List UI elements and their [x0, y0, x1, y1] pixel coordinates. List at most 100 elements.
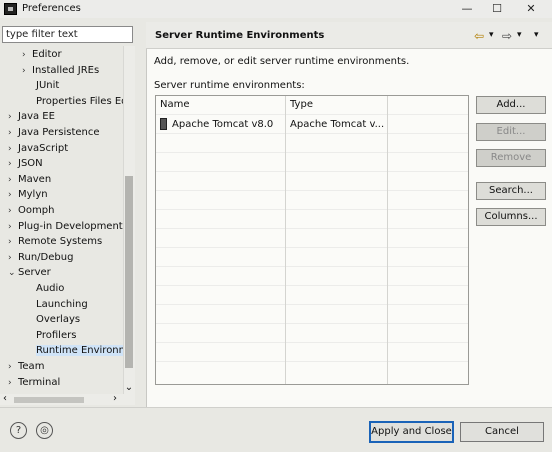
- tree-item-label: JSON: [18, 158, 43, 170]
- tree-item-label: Plug-in Development: [18, 220, 123, 232]
- tree-item[interactable]: › Terminal: [8, 375, 60, 390]
- table-row-divider: [156, 342, 468, 343]
- table-row-divider: [156, 133, 468, 134]
- tree-item-label: Runtime Environm: [36, 345, 124, 357]
- tree-item[interactable]: Launching: [36, 297, 88, 312]
- chevron-right-icon[interactable]: ›: [22, 48, 32, 63]
- tree-item-label: Remote Systems: [18, 236, 103, 248]
- tree-item[interactable]: › Oomph: [8, 203, 54, 218]
- chevron-right-icon[interactable]: ›: [8, 157, 18, 172]
- column-separator[interactable]: [387, 96, 388, 384]
- preference-tree: › Editor › Installed JREs JUnit Properties Fi…: [0, 46, 124, 394]
- tree-item[interactable]: Overlays: [36, 312, 80, 327]
- back-arrow-icon[interactable]: ⇦: [474, 29, 484, 43]
- column-header-name[interactable]: Name: [160, 97, 190, 113]
- back-history-dropdown-icon[interactable]: ▾: [489, 30, 494, 40]
- chevron-right-icon[interactable]: ›: [8, 235, 18, 250]
- runtime-list-label: Server runtime environments:: [154, 80, 305, 91]
- view-menu-icon[interactable]: ▾: [534, 30, 539, 40]
- tree-item[interactable]: › JSON: [8, 156, 43, 171]
- chevron-right-icon[interactable]: ›: [8, 251, 18, 266]
- maximize-button[interactable]: ☐: [482, 0, 512, 18]
- filter-input[interactable]: [2, 26, 133, 43]
- scroll-down-icon[interactable]: ⌄: [124, 382, 134, 393]
- table-row-divider: [156, 171, 468, 172]
- forward-history-dropdown-icon[interactable]: ▾: [517, 30, 522, 40]
- eclipse-app-icon: [4, 3, 17, 15]
- table-row-divider: [156, 152, 468, 153]
- import-export-icon[interactable]: ◎: [36, 422, 53, 439]
- server-runtime-icon: [160, 118, 167, 130]
- tree-item-label: Team: [18, 361, 45, 372]
- tree-item[interactable]: › Mylyn: [8, 187, 48, 202]
- column-separator[interactable]: [285, 96, 286, 384]
- tree-scroll-thumb[interactable]: [125, 176, 133, 368]
- tree-item-label: Maven: [18, 173, 52, 185]
- help-icon[interactable]: ?: [10, 422, 27, 439]
- chevron-down-icon[interactable]: ⌄: [8, 266, 18, 281]
- edit-button[interactable]: Edit...: [476, 123, 546, 141]
- close-button[interactable]: ✕: [516, 0, 546, 18]
- chevron-right-icon[interactable]: ›: [8, 142, 18, 157]
- tree-item-label: Installed JREs: [32, 64, 100, 76]
- table-row-divider: [156, 209, 468, 210]
- table-row-divider: [156, 247, 468, 248]
- cancel-button[interactable]: Cancel: [460, 422, 544, 442]
- table-row-divider: [156, 266, 468, 267]
- scroll-right-icon[interactable]: ›: [113, 393, 117, 404]
- remove-button[interactable]: Remove: [476, 149, 546, 167]
- tree-item[interactable]: › Maven: [8, 172, 51, 187]
- tree-item[interactable]: Properties Files Ed: [36, 94, 124, 109]
- tree-item[interactable]: Audio: [36, 281, 64, 296]
- tree-item-label: JavaScript: [18, 142, 69, 154]
- tree-item[interactable]: › Installed JREs: [22, 63, 99, 78]
- minimize-button[interactable]: —: [452, 0, 482, 18]
- chevron-right-icon[interactable]: ›: [8, 204, 18, 219]
- table-row-divider: [156, 304, 468, 305]
- scroll-left-icon[interactable]: ‹: [3, 393, 7, 404]
- chevron-right-icon[interactable]: ›: [8, 173, 18, 188]
- tree-hscroll-thumb[interactable]: [14, 397, 84, 403]
- tree-item[interactable]: › Java EE: [8, 109, 55, 124]
- tree-item-label: Run/Debug: [18, 251, 74, 263]
- tree-item-label: Mylyn: [18, 189, 48, 201]
- tree-item[interactable]: › Plug-in Development: [8, 219, 123, 234]
- table-cell-type[interactable]: Apache Tomcat v...: [290, 118, 384, 132]
- tree-item[interactable]: ⌄ Server: [8, 265, 51, 280]
- table-row-divider: [156, 190, 468, 191]
- table-row-divider: [156, 228, 468, 229]
- chevron-right-icon[interactable]: ›: [8, 220, 18, 235]
- tree-item[interactable]: JUnit: [36, 78, 59, 93]
- tree-item-label: Overlays: [36, 314, 81, 326]
- chevron-right-icon[interactable]: ›: [8, 360, 18, 375]
- tree-item-label: Java Persistence: [18, 127, 100, 138]
- tree-item[interactable]: › Team: [8, 359, 44, 374]
- tree-item[interactable]: › Editor: [22, 47, 62, 62]
- tree-item[interactable]: › Remote Systems: [8, 234, 102, 249]
- chevron-right-icon[interactable]: ›: [8, 188, 18, 203]
- table-cell-name[interactable]: Apache Tomcat v8.0: [172, 118, 273, 132]
- chevron-right-icon[interactable]: ›: [8, 376, 18, 391]
- tree-item[interactable]: › Run/Debug: [8, 250, 73, 265]
- tree-item[interactable]: › Java Persistence: [8, 125, 100, 140]
- chevron-right-icon[interactable]: ›: [22, 64, 32, 79]
- page-description: Add, remove, or edit server runtime envi…: [154, 56, 410, 67]
- chevron-right-icon[interactable]: ›: [8, 110, 18, 125]
- tree-item-label: Audio: [36, 283, 65, 294]
- tree-item-label: Profilers: [36, 329, 77, 341]
- tree-item[interactable]: Runtime Environm: [36, 343, 124, 358]
- apply-and-close-button[interactable]: Apply and Close: [369, 421, 454, 443]
- chevron-right-icon[interactable]: ›: [8, 126, 18, 141]
- search-button[interactable]: Search...: [476, 182, 546, 200]
- table-row-divider: [156, 285, 468, 286]
- tree-item[interactable]: Profilers: [36, 328, 76, 343]
- tree-item[interactable]: › JavaScript: [8, 141, 68, 156]
- add-button[interactable]: Add...: [476, 96, 546, 114]
- columns-button[interactable]: Columns...: [476, 208, 546, 226]
- page-title: Server Runtime Environments: [155, 30, 325, 41]
- table-header-divider: [156, 114, 468, 115]
- tree-item-label: Editor: [32, 49, 62, 60]
- forward-arrow-icon[interactable]: ⇨: [502, 29, 512, 43]
- column-header-type[interactable]: Type: [290, 97, 313, 113]
- tree-item-label: Terminal: [18, 376, 61, 388]
